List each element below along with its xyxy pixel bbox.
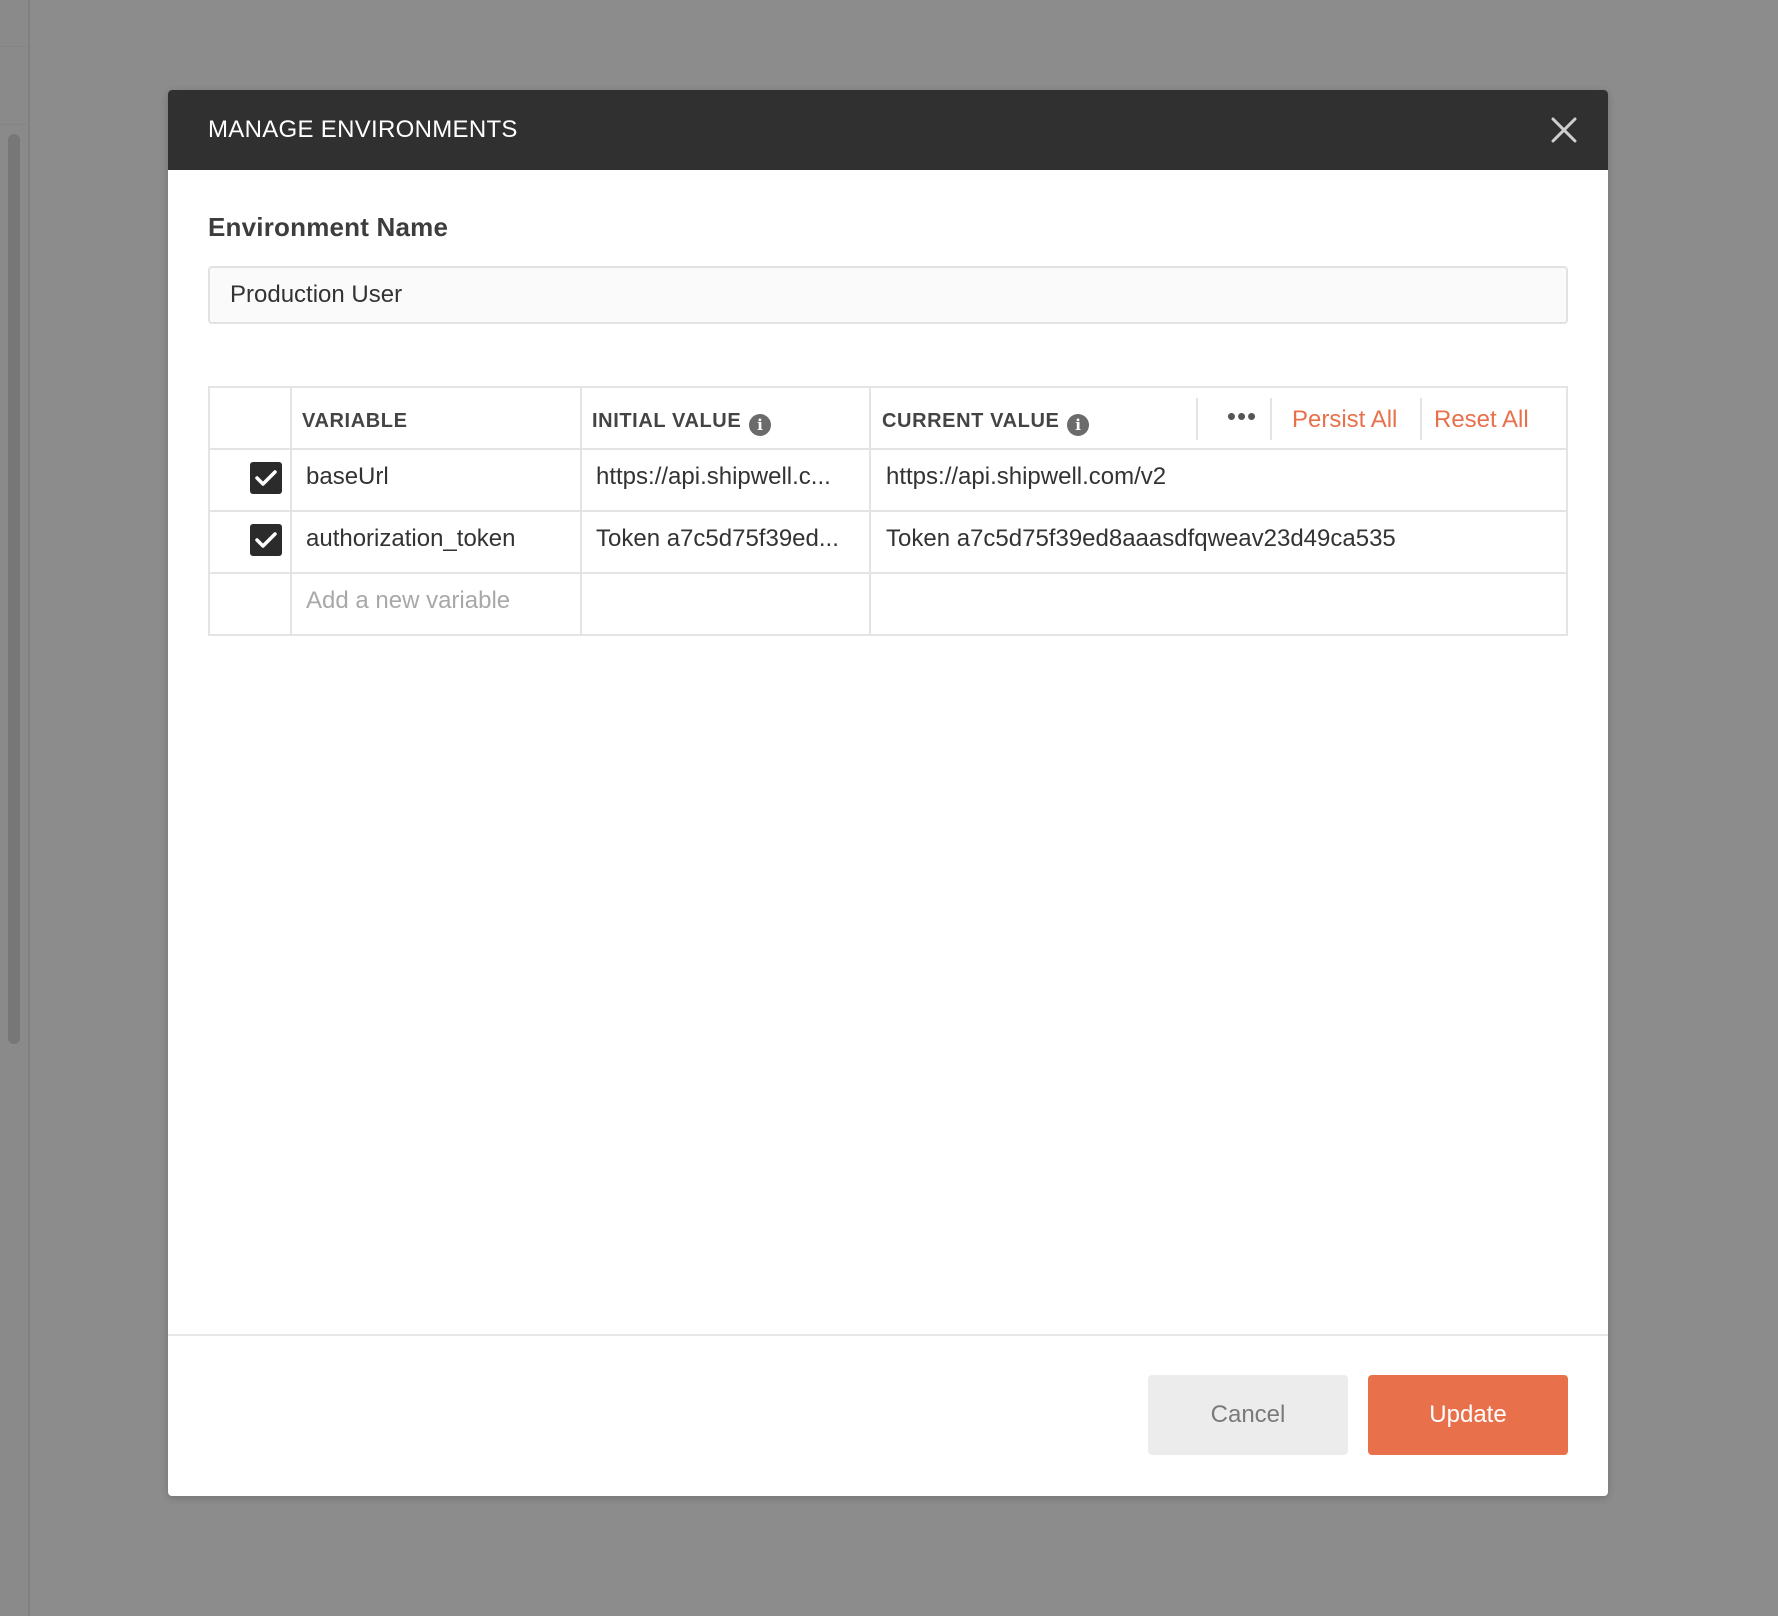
header-initial-value: INITIAL VALUE i xyxy=(592,410,772,436)
header-current-value: CURRENT VALUE i xyxy=(882,410,1090,436)
modal-title: MANAGE ENVIRONMENTS xyxy=(208,116,518,143)
persist-all-button[interactable]: Persist All xyxy=(1292,406,1397,434)
more-options-icon[interactable]: ••• xyxy=(1218,402,1266,434)
background-divider xyxy=(0,46,28,47)
header-variable: VARIABLE xyxy=(302,410,408,432)
manage-environments-modal: MANAGE ENVIRONMENTS Environment Name VAR… xyxy=(168,90,1608,1496)
row-current-value[interactable]: https://api.shipwell.com/v2 xyxy=(886,463,1556,491)
reset-all-button[interactable]: Reset All xyxy=(1434,406,1529,434)
checkmark-icon xyxy=(255,532,277,548)
header-initial-value-label: INITIAL VALUE xyxy=(592,410,742,432)
info-icon[interactable]: i xyxy=(1067,414,1090,436)
row-enabled-checkbox[interactable] xyxy=(250,462,282,494)
info-icon[interactable]: i xyxy=(749,414,772,436)
header-separator xyxy=(1420,398,1422,440)
row-divider xyxy=(210,572,1566,574)
modal-header: MANAGE ENVIRONMENTS xyxy=(168,90,1608,170)
variables-table: VARIABLE INITIAL VALUE i CURRENT VALUE i •… xyxy=(208,386,1568,636)
row-current-value[interactable]: Token a7c5d75f39ed8aaasdfqweav23d49ca535 xyxy=(886,525,1556,553)
background-scrollbar[interactable] xyxy=(8,134,20,1044)
header-separator xyxy=(1270,398,1272,440)
close-button[interactable] xyxy=(1544,110,1584,150)
close-icon xyxy=(1551,117,1577,143)
new-initial-value-input[interactable] xyxy=(596,587,862,617)
row-initial-value[interactable]: Token a7c5d75f39ed... xyxy=(596,525,862,553)
checkmark-icon xyxy=(255,470,277,486)
header-separator xyxy=(1196,398,1198,440)
row-variable-name[interactable]: authorization_token xyxy=(306,525,574,553)
row-divider xyxy=(210,448,1566,450)
row-variable-name[interactable]: baseUrl xyxy=(306,463,574,491)
new-current-value-input[interactable] xyxy=(886,587,1556,617)
row-divider xyxy=(210,510,1566,512)
header-current-value-label: CURRENT VALUE xyxy=(882,410,1060,432)
environment-name-label: Environment Name xyxy=(208,212,449,242)
update-button[interactable]: Update xyxy=(1368,1375,1568,1455)
cancel-button[interactable]: Cancel xyxy=(1148,1375,1348,1455)
environment-name-input[interactable] xyxy=(208,266,1568,324)
row-initial-value[interactable]: https://api.shipwell.c... xyxy=(596,463,862,491)
footer-divider xyxy=(168,1334,1608,1336)
row-enabled-checkbox[interactable] xyxy=(250,524,282,556)
add-variable-input[interactable]: Add a new variable xyxy=(306,587,574,615)
background-divider xyxy=(0,124,28,125)
